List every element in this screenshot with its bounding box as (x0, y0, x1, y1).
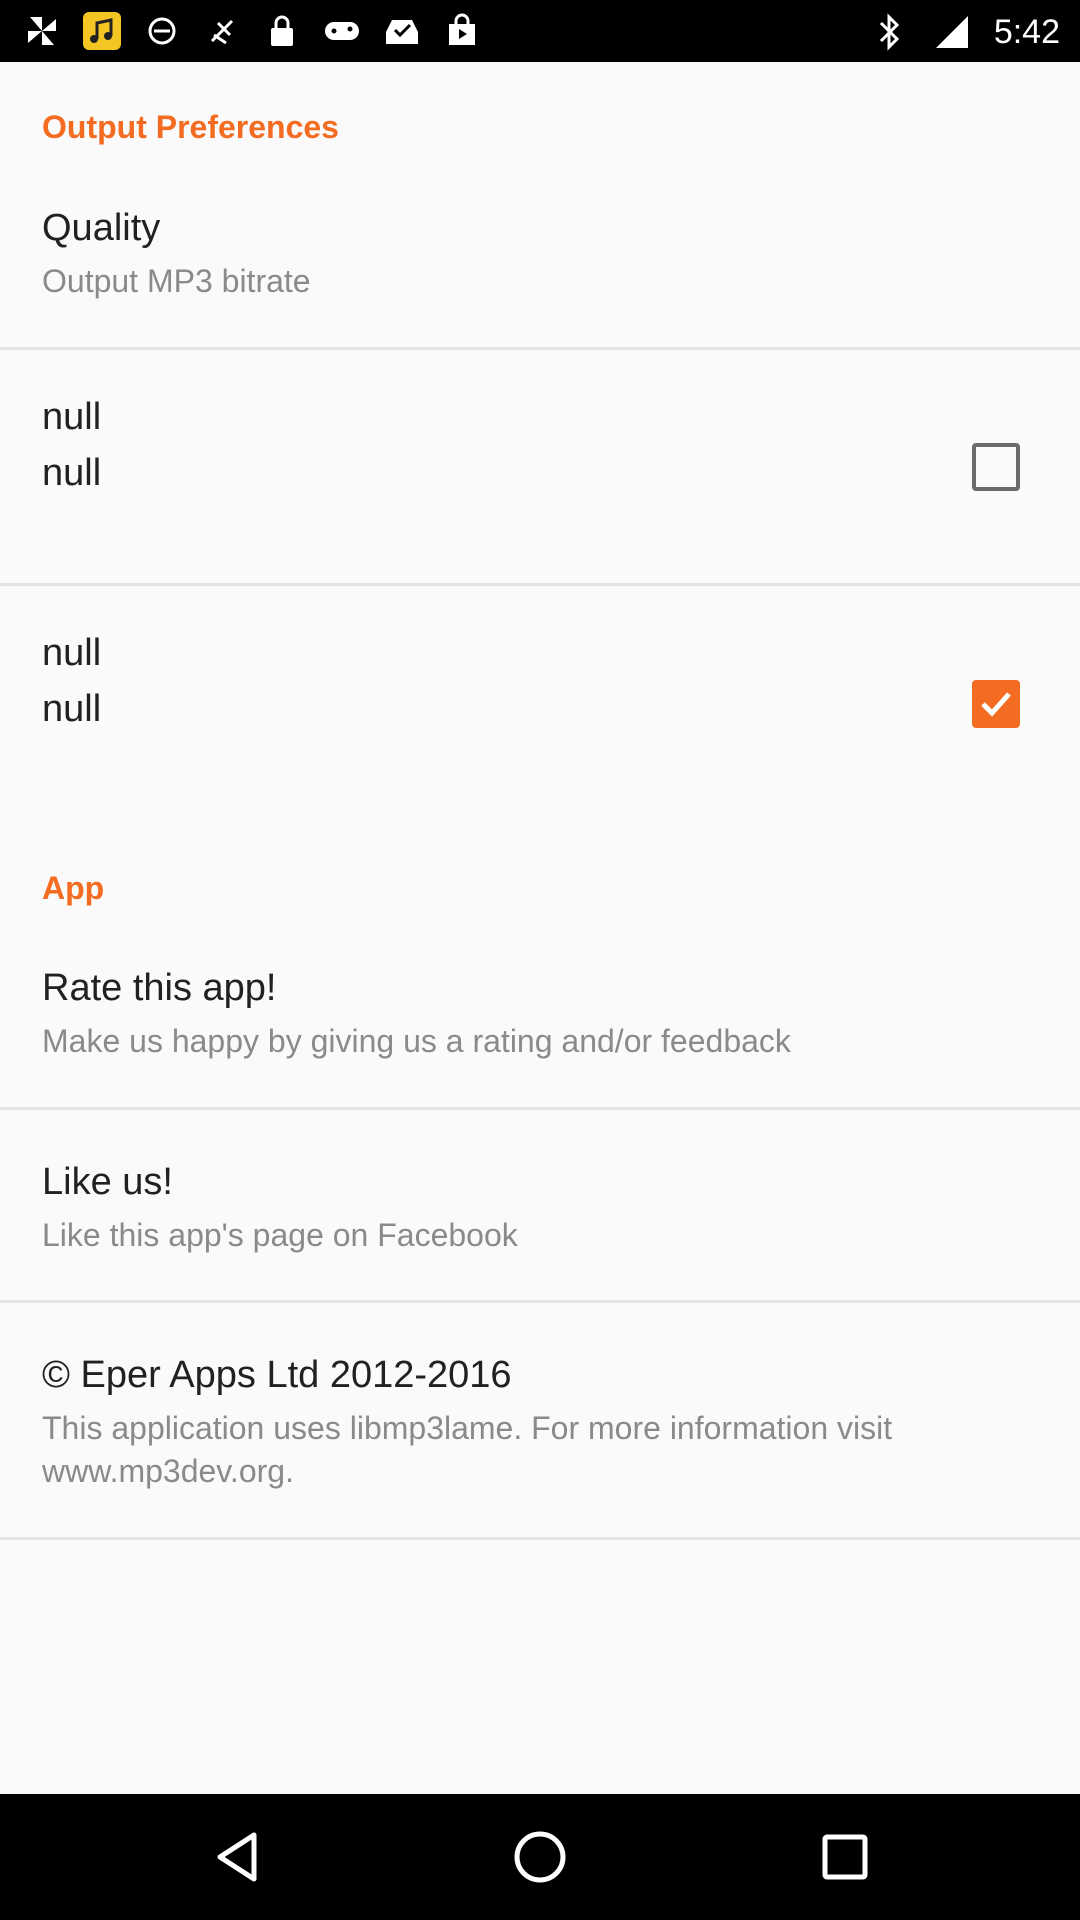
pref-like-summary: Like this app's page on Facebook (42, 1217, 518, 1253)
divider (0, 1107, 1080, 1110)
music-app-icon (82, 11, 122, 51)
lock-icon (262, 11, 302, 51)
category-output-preferences: Output Preferences (42, 109, 339, 145)
home-icon[interactable] (510, 1827, 570, 1887)
signal-icon (932, 12, 972, 52)
navigation-bar (0, 1794, 1080, 1920)
system-status: 5:42 (870, 12, 1060, 52)
pref-quality-title: Quality (42, 207, 161, 249)
pref-1-summary: null (42, 452, 102, 494)
category-app: App (42, 870, 105, 906)
status-bar: 5:42 (0, 0, 1080, 62)
back-icon[interactable] (210, 1827, 270, 1887)
divider (0, 1300, 1080, 1303)
pref-like-title: Like us! (42, 1161, 173, 1203)
settings-list[interactable]: Output Preferences Quality Output MP3 bi… (0, 62, 1080, 1794)
divider (0, 1537, 1080, 1540)
pref-rate-title: Rate this app! (42, 967, 277, 1009)
pinwheel-icon (22, 11, 62, 51)
recents-icon[interactable] (815, 1827, 875, 1887)
pref-1-checkbox[interactable] (972, 443, 1020, 491)
pref-2-title: null (42, 632, 102, 674)
store-bag-icon (442, 11, 482, 51)
pref-2-summary: null (42, 688, 102, 730)
pref-2-checkbox[interactable] (972, 680, 1020, 728)
pref-about-summary: This application uses libmp3lame. For mo… (42, 1410, 893, 1489)
checkmark-icon (981, 692, 1011, 717)
pref-quality-summary: Output MP3 bitrate (42, 263, 311, 299)
notification-icons (22, 11, 482, 51)
clock: 5:42 (993, 13, 1060, 51)
sync-icon (142, 11, 182, 51)
pref-1-title: null (42, 396, 102, 438)
bluetooth-icon (870, 12, 910, 52)
no-gps-icon (202, 11, 242, 51)
gamepad-icon (322, 11, 362, 51)
pref-rate-summary: Make us happy by giving us a rating and/… (42, 1023, 791, 1059)
pref-about-title: © Eper Apps Ltd 2012-2016 (42, 1354, 512, 1396)
divider (0, 347, 1080, 350)
divider (0, 583, 1080, 586)
inbox-check-icon (382, 11, 422, 51)
